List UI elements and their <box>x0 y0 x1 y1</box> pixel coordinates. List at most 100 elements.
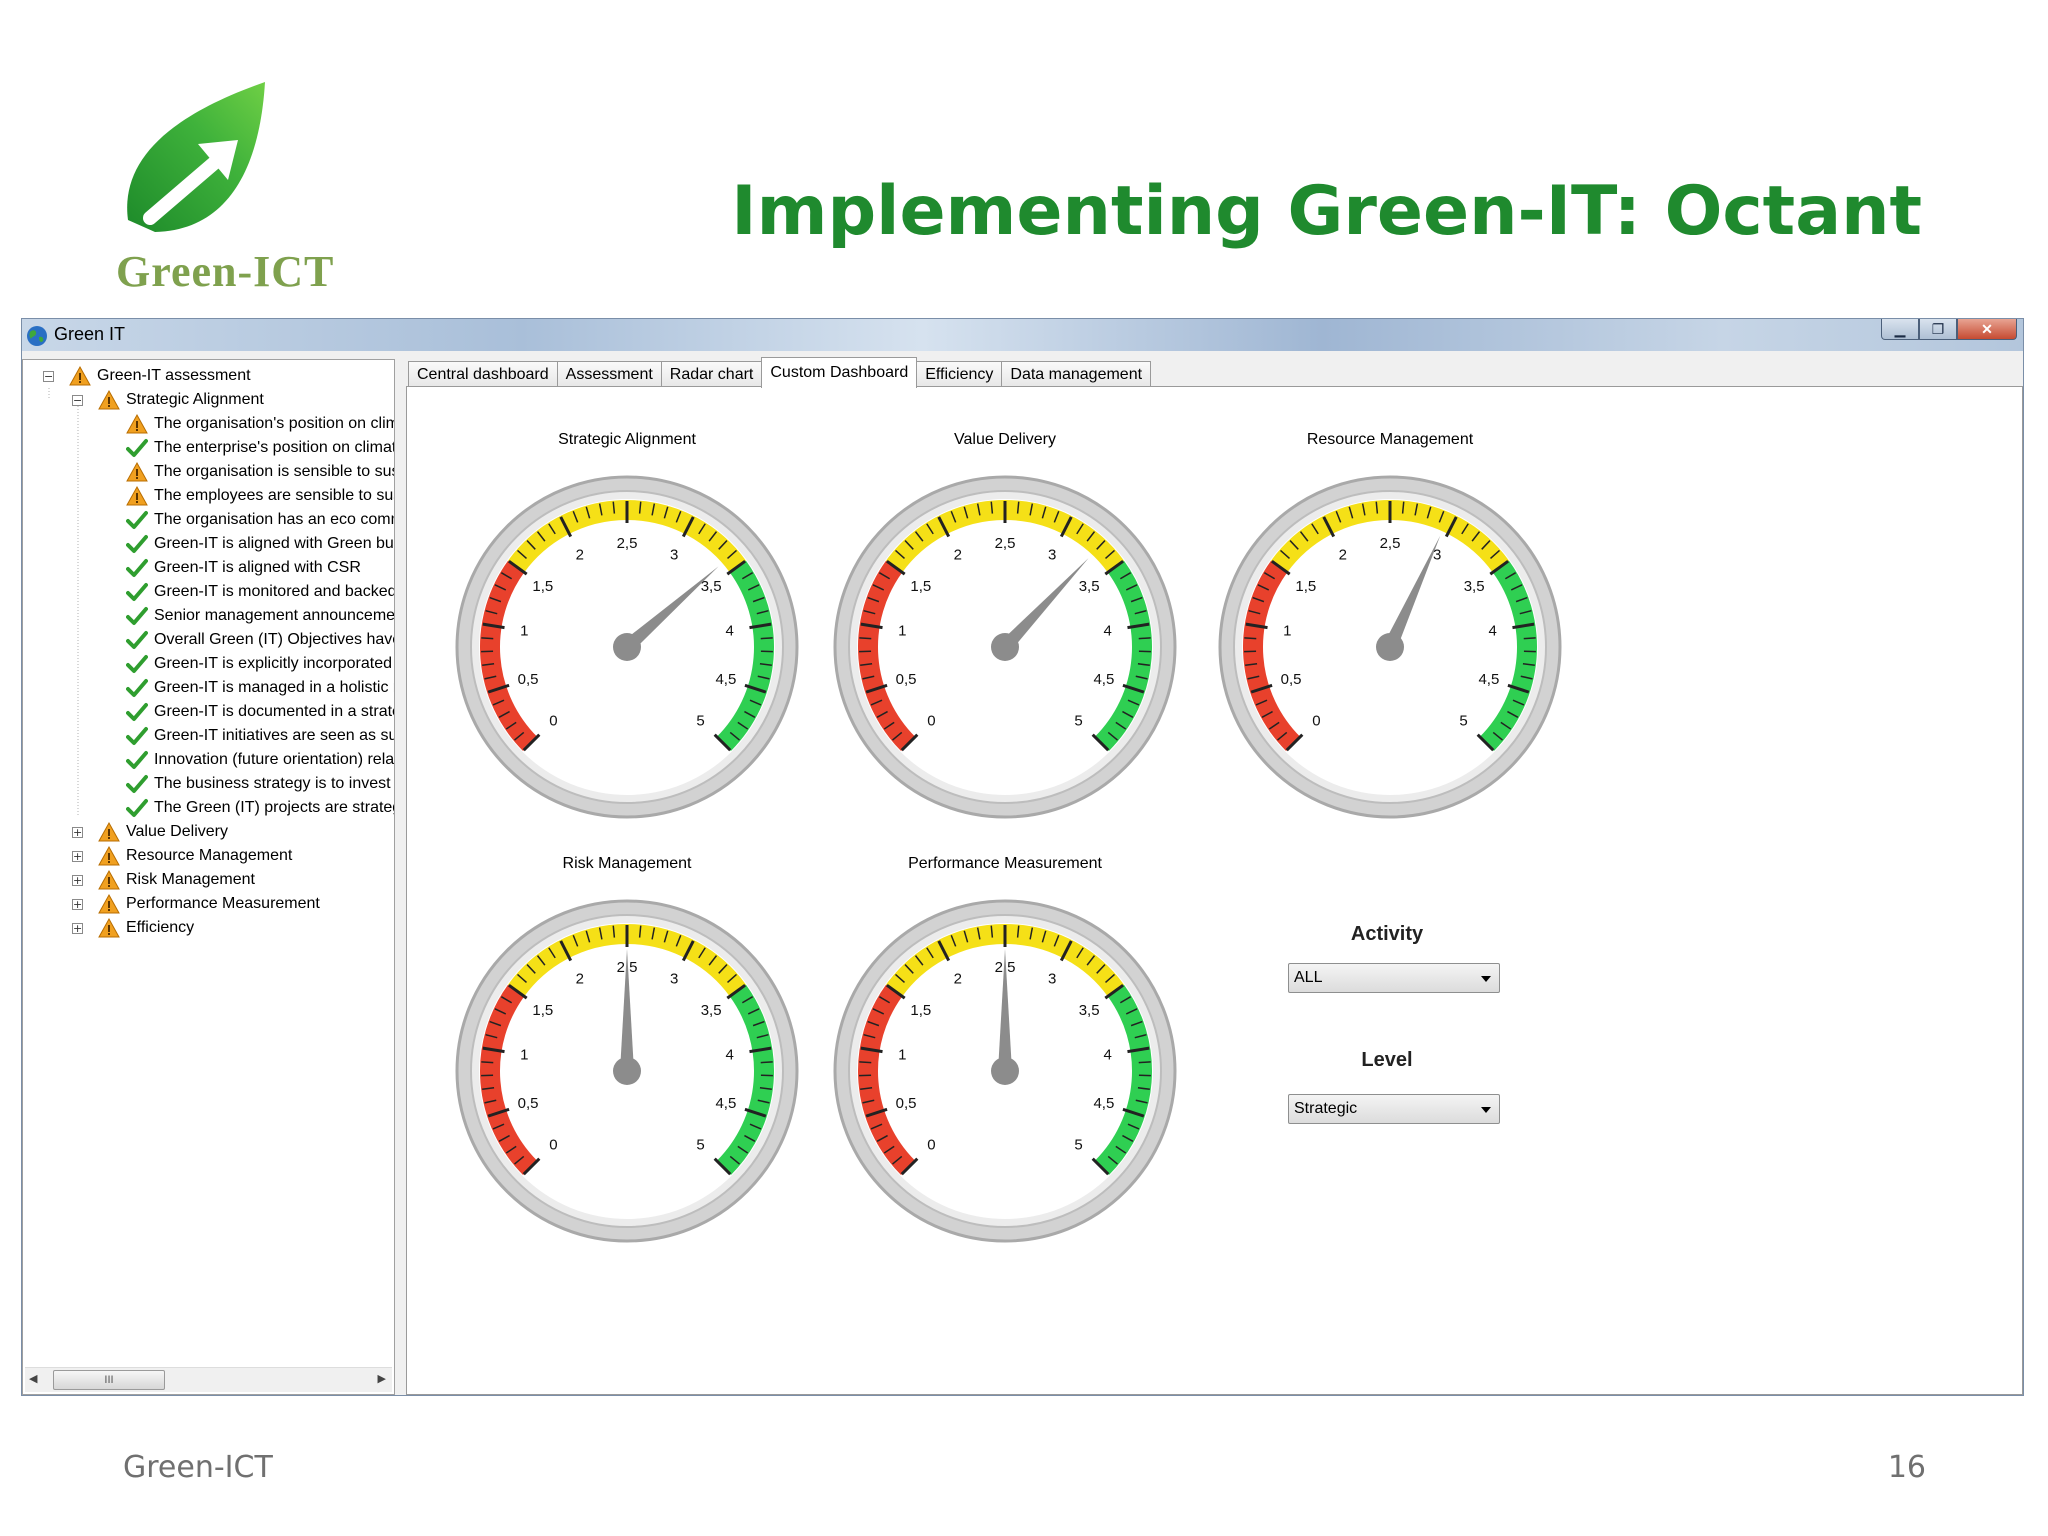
minimize-icon: ▁ <box>1894 320 1906 337</box>
gauge-tick-label: 2,5 <box>1380 535 1401 552</box>
gauge-dial: 00,511,522,533,544,55 <box>1218 475 1562 819</box>
checkmark-icon <box>126 751 148 769</box>
level-dropdown[interactable]: Strategic <box>1288 1094 1500 1124</box>
tree-child-item[interactable]: Innovation (future orientation) relatec <box>126 748 394 772</box>
tab-radar-chart[interactable]: Radar chart <box>660 361 763 388</box>
gauge-tick-label: 3,5 <box>1079 1002 1100 1019</box>
gauge-tick-label: 1 <box>520 623 528 640</box>
gauge-tick <box>481 1061 494 1064</box>
tree-child-item[interactable]: Green-IT is aligned with Green busin <box>126 532 394 556</box>
tree-item-label: Risk Management <box>126 871 255 888</box>
warning-icon <box>126 413 148 434</box>
tree-item-label: Green-IT is explicitly incorporated in <box>154 655 394 672</box>
tab-strip: Central dashboard Assessment Radar chart Cu… <box>408 357 1152 388</box>
checkmark-icon <box>126 799 148 817</box>
warning-icon <box>98 917 120 938</box>
gauge-tick-label: 3 <box>1048 970 1056 987</box>
tree-child-item[interactable]: Green-IT is managed in a holistic ma <box>126 676 394 700</box>
warning-icon <box>98 845 120 866</box>
tree-group-item[interactable]: Risk Management <box>98 868 255 892</box>
tree-item-label: The business strategy is to invest in <box>154 775 394 792</box>
tree-child-item[interactable]: The Green (IT) projects are strategic <box>126 796 394 820</box>
gauge-tick-label: 2 <box>576 546 584 563</box>
tree-item-label: Overall Green (IT) Objectives have b <box>154 631 394 648</box>
gauge-title: Value Delivery <box>954 431 1056 448</box>
tree-child-item[interactable]: Green-IT initiatives are seen as susta <box>126 724 394 748</box>
scroll-thumb[interactable]: III <box>53 1370 165 1390</box>
gauge-tick-label: 0 <box>927 1137 935 1154</box>
tree-child-item[interactable]: Senior management announcements <box>126 604 394 628</box>
tree-item-label: Green-IT is managed in a holistic ma <box>154 679 394 696</box>
gauge-tick-label: 4 <box>726 623 734 640</box>
gauge-dial: 00,511,522,533,544,55 <box>455 475 799 819</box>
minimize-button[interactable]: ▁ <box>1881 319 1919 340</box>
gauge-tick-label: 1,5 <box>532 578 553 595</box>
scroll-left-arrow-icon[interactable]: ◀ <box>29 1372 37 1385</box>
tree-child-item[interactable]: Green-IT is monitored and backed b <box>126 580 394 604</box>
tree-child-item[interactable]: Overall Green (IT) Objectives have b <box>126 628 394 652</box>
tree-child-item[interactable]: The enterprise's position on climate c <box>126 436 394 460</box>
tab-custom-dashboard[interactable]: Custom Dashboard <box>761 357 918 388</box>
gauge-tick-label: 0 <box>549 713 557 730</box>
green-it-window: Green IT ▁ ❐ ✕ − Green-IT assessment − Stra… <box>21 318 2024 1396</box>
gauge-tick-label: 4,5 <box>1093 1095 1114 1112</box>
gauge-title: Performance Measurement <box>908 855 1102 872</box>
tree-group-item[interactable]: Value Delivery <box>98 820 228 844</box>
window-titlebar[interactable]: Green IT ▁ ❐ ✕ <box>22 319 2023 351</box>
globe-icon <box>27 326 47 346</box>
tree-child-item[interactable]: Green-IT is documented in a strategi <box>126 700 394 724</box>
gauge-tick-label: 0,5 <box>1281 671 1302 688</box>
checkmark-icon <box>126 775 148 793</box>
tree-child-item[interactable]: The organisation is sensible to susta <box>126 460 394 484</box>
tree-expander[interactable]: + <box>72 851 83 862</box>
tree-root-item[interactable]: Green-IT assessment <box>69 364 251 388</box>
tree-child-item[interactable]: The organisation has an eco commit <box>126 508 394 532</box>
tree-expander[interactable]: − <box>43 371 54 382</box>
gauge-dial: 00,511,522,533,544,55 <box>455 899 799 1243</box>
tree-child-item[interactable]: Green-IT is aligned with CSR <box>126 556 361 580</box>
tree-child-item[interactable]: Green-IT is explicitly incorporated in <box>126 652 394 676</box>
tab-efficiency[interactable]: Efficiency <box>916 361 1003 388</box>
gauge-tick-label: 0,5 <box>518 671 539 688</box>
tree-expander[interactable]: − <box>72 395 83 406</box>
tree-group-item[interactable]: Resource Management <box>98 844 292 868</box>
tree-expander[interactable]: + <box>72 827 83 838</box>
window-title: Green IT <box>54 324 126 344</box>
gauge-tick <box>1138 637 1151 640</box>
tab-data-management[interactable]: Data management <box>1001 361 1152 388</box>
gauge-tick-label: 4 <box>726 1047 734 1064</box>
tree-child-item[interactable]: The organisation's position on climat <box>126 412 394 436</box>
gauge-tick-label: 2 <box>1339 546 1347 563</box>
activity-label: Activity <box>1350 923 1424 945</box>
restore-button[interactable]: ❐ <box>1919 319 1957 340</box>
gauge-dial: 00,511,522,533,544,55 <box>833 899 1177 1243</box>
tree-child-item[interactable]: The business strategy is to invest in <box>126 772 394 796</box>
warning-icon <box>126 461 148 482</box>
close-icon: ✕ <box>1981 320 1993 337</box>
tree-expander[interactable]: + <box>72 875 83 886</box>
gauge-tick-label: 3 <box>1048 546 1056 563</box>
gauge-tick-label: 2 <box>954 970 962 987</box>
gauge-dial: 00,511,522,533,544,55 <box>833 475 1177 819</box>
tree-group-item[interactable]: Efficiency <box>98 916 194 940</box>
tab-central-dashboard[interactable]: Central dashboard <box>408 361 558 388</box>
activity-dropdown[interactable]: ALL <box>1288 963 1500 993</box>
tab-assessment[interactable]: Assessment <box>556 361 662 388</box>
scroll-right-arrow-icon[interactable]: ▶ <box>378 1372 386 1385</box>
gauge-tick-label: 3,5 <box>701 1002 722 1019</box>
gauge-tick-label: 1,5 <box>1295 578 1316 595</box>
close-button[interactable]: ✕ <box>1957 319 2017 340</box>
tree-expander[interactable]: + <box>72 899 83 910</box>
gauge-tick-label: 2 <box>576 970 584 987</box>
tree-horizontal-scrollbar[interactable]: ◀ III ▶ <box>25 1367 392 1392</box>
checkmark-icon <box>126 511 148 529</box>
logo-text: Green-ICT <box>116 247 335 296</box>
tree-child-item[interactable]: The employees are sensible to susta <box>126 484 394 508</box>
tree-group-item[interactable]: Strategic Alignment <box>98 388 264 412</box>
gauge-tick <box>760 637 773 640</box>
assessment-tree[interactable]: − Green-IT assessment − Strategic Alignment… <box>22 359 395 1395</box>
tree-group-item[interactable]: Performance Measurement <box>98 892 320 916</box>
tree-expander[interactable]: + <box>72 923 83 934</box>
gauge-tick <box>859 1061 872 1064</box>
gauge-tick-label: 3,5 <box>1464 578 1485 595</box>
